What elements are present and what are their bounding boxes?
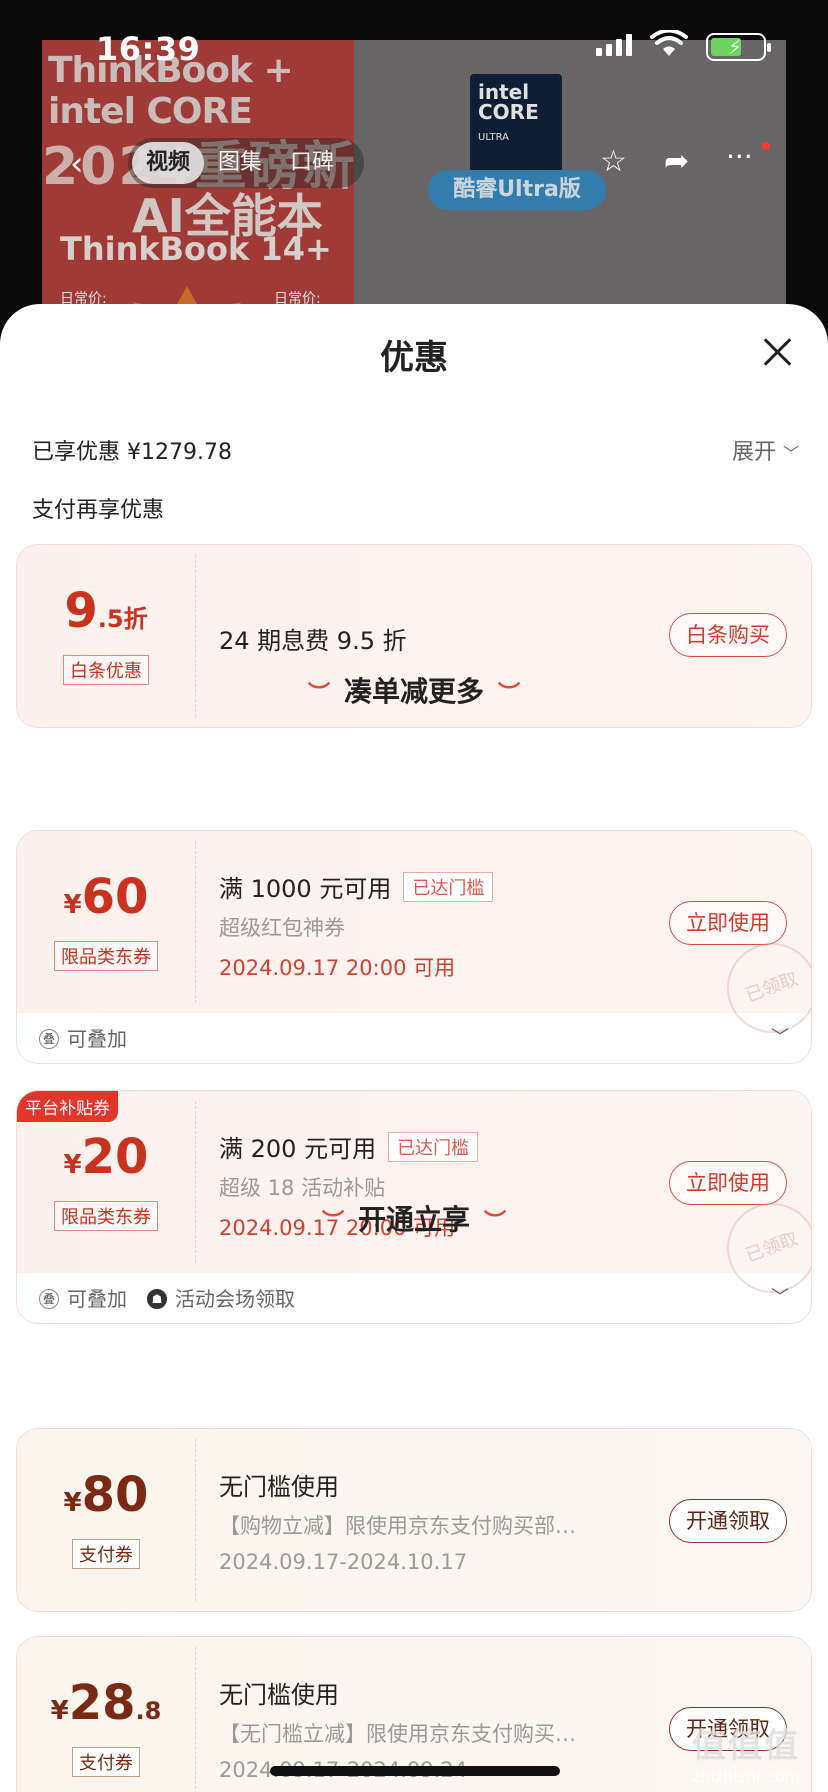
coupon-amount-num: 28 [68,1675,136,1731]
close-icon[interactable] [758,334,798,374]
coupon-amount: ¥80 [17,1467,195,1523]
use-now-button[interactable]: 立即使用 [669,901,787,945]
coupon-date: 2024.09.17-2024.10.17 [219,1550,468,1574]
coupon-amount: ¥28.8 [17,1675,195,1731]
coupon-tag: 限品类东券 [54,941,158,971]
expand-button[interactable]: 展开 ﹀ [732,434,799,466]
coupon-date: 2024.09.17 20:00 可用 [219,956,456,980]
pay-section-title: 支付再享优惠 [32,498,165,523]
chevron-down-icon[interactable]: ﹀ [771,1023,789,1049]
section-more-label: 凑单减更多 [343,675,484,708]
section-open-title: ︶ 开通立享 ︶ [321,1203,507,1236]
baitiao-buy-button[interactable]: 白条购买 [669,613,787,657]
more-icon[interactable]: ··· [726,140,753,173]
watermark-logo: 值值值 [692,1726,800,1766]
back-icon[interactable]: ‹ [70,144,84,184]
coupon-amount: ¥20 [17,1129,195,1185]
stackable-label: 可叠加 [67,1027,127,1051]
status-time: 16:39 [96,30,201,68]
baitiao-amount-num: 9 [64,583,98,639]
watermark: 值值值 zhizhizhi.com [676,1718,816,1786]
pay-coupon-card: ¥80 支付券 无门槛使用 【购物立减】限使用京东支付购买部… 2024.09.… [16,1428,812,1612]
expand-label: 展开 [732,440,777,465]
coupon-amount-dec: .8 [135,1697,162,1725]
stack-icon: 叠 [39,1029,59,1049]
coupon-card: ¥60 限品类东券 满 1000 元可用 已达门槛 超级红包神券 2024.09.… [16,830,812,1064]
currency-symbol: ¥ [63,1488,82,1518]
coupon-tag: 支付券 [72,1539,140,1569]
coupon-title: 无门槛使用 [219,1681,339,1709]
section-more-title: ︶ 凑单减更多 ︶ [307,675,521,708]
section-open-label: 开通立享 [357,1203,470,1236]
currency-symbol: ¥ [63,890,82,920]
chevron-down-icon: ﹀ [783,444,800,463]
coupon-subtitle: 【无门槛立减】限使用京东支付购买… [219,1722,576,1746]
baitiao-desc: 24 期息费 9.5 折 [219,627,407,655]
discount-sheet: 优惠 已享优惠 ¥1279.78 展开 ﹀ 支付再享优惠 9.5折 白条优惠 2… [0,304,828,1792]
baitiao-amount-suffix: .5折 [97,605,148,633]
tab-gallery[interactable]: 图集 [204,142,276,184]
screen: ThinkBook + intel CORE 2024重磅新品 AI全能本 Th… [0,0,828,1792]
currency-symbol: ¥ [63,1150,82,1180]
tab-video[interactable]: 视频 [132,142,205,184]
stackable-label: 可叠加 [67,1287,127,1311]
threshold-reached-badge: 已达门槛 [388,1131,479,1162]
currency-symbol: ¥ [50,1696,69,1726]
coupon-tag: 支付券 [72,1747,140,1777]
platform-subsidy-tag: 平台补贴券 [17,1091,118,1122]
coupon-subtitle: 超级红包神券 [219,916,345,940]
sheet-title: 优惠 [380,338,448,378]
enjoyed-discount: 已享优惠 ¥1279.78 [32,440,232,465]
baitiao-amount: 9.5折 [17,583,195,639]
share-icon[interactable]: ➦ [664,144,689,179]
coupon-threshold: 满 200 元可用 [219,1135,377,1163]
venue-icon: ☗ [147,1289,167,1309]
chevron-down-icon[interactable]: ﹀ [771,1283,789,1309]
venue-claim-label: 活动会场领取 [175,1287,295,1311]
open-claim-button[interactable]: 开通领取 [669,1499,787,1543]
favorite-icon[interactable]: ☆ [600,144,627,179]
wifi-icon [650,30,688,56]
watermark-url: zhizhizhi.com [691,1767,801,1786]
signal-icon [596,34,632,56]
coupon-amount-num: 80 [81,1467,149,1523]
coupon-title: 无门槛使用 [219,1473,339,1501]
coupon-amount-num: 60 [81,869,149,925]
home-indicator[interactable] [270,1766,560,1776]
coupon-amount: ¥60 [17,869,195,925]
coupon-amount-num: 20 [81,1129,149,1185]
coupon-threshold: 满 1000 元可用 [219,875,392,903]
threshold-reached-badge: 已达门槛 [403,871,494,902]
tab-reviews[interactable]: 口碑 [276,142,348,184]
battery-icon: ⚡ [706,33,771,61]
notification-dot [762,142,770,150]
coupon-subtitle: 【购物立减】限使用京东支付购买部… [219,1514,576,1538]
stack-icon: 叠 [39,1289,59,1309]
media-tabs: 视频 图集 口碑 [128,138,364,188]
